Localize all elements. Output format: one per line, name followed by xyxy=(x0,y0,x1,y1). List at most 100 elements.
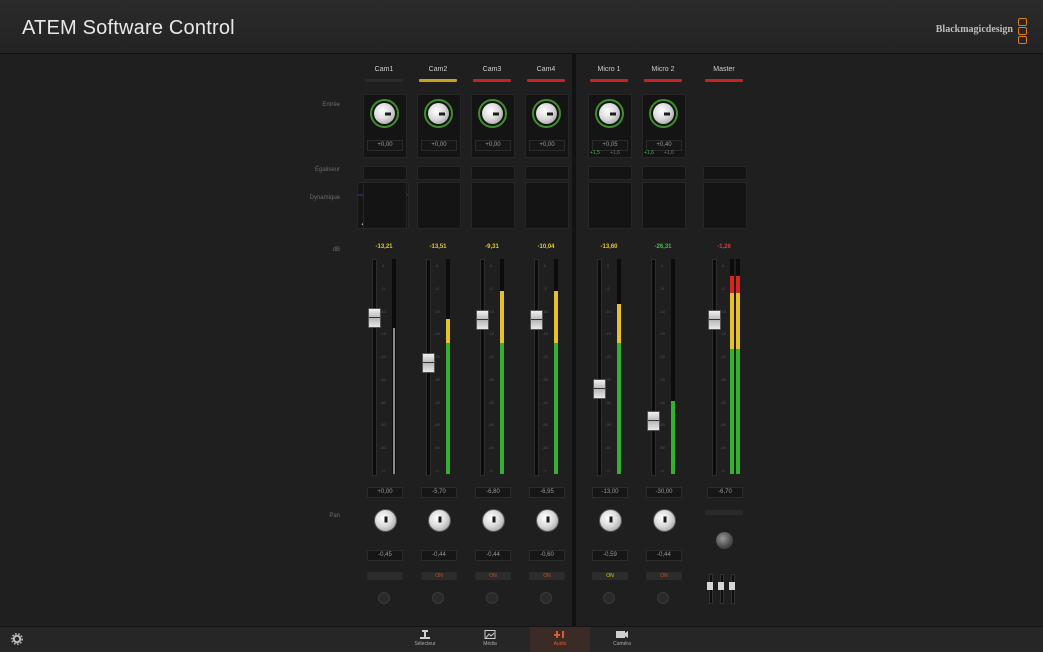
knob-pointer xyxy=(663,516,666,522)
app-title: ATEM Software Control xyxy=(22,17,235,39)
dynamics-panel[interactable] xyxy=(363,182,407,229)
gain-value: +0,00 xyxy=(475,140,511,151)
equalizer-panel[interactable] xyxy=(471,166,515,180)
mini-fader-handle[interactable] xyxy=(707,582,713,590)
scale-mark: -10 xyxy=(434,308,440,314)
knob-pointer xyxy=(546,112,553,115)
equalizer-panel[interactable] xyxy=(642,166,686,180)
media-icon xyxy=(484,630,496,639)
mini-fader-handle[interactable] xyxy=(729,582,735,590)
scale-mark: 0 xyxy=(489,263,493,268)
channel-name: Cam3 xyxy=(482,66,502,73)
fader-value: -13,00 xyxy=(592,487,628,498)
solo-button[interactable] xyxy=(540,592,552,604)
pan-knob[interactable] xyxy=(653,509,676,532)
scale-mark: -40 xyxy=(542,399,548,405)
dynamics-panel[interactable] xyxy=(417,182,461,229)
master-knob[interactable] xyxy=(716,532,733,549)
fader-track xyxy=(534,259,539,476)
audio-on-button[interactable] xyxy=(367,572,403,580)
scale-mark: 0 xyxy=(721,263,725,268)
nav-tab-label: Média xyxy=(483,641,497,647)
channel-strip: Cam4 +0,00 -10,04 0 -5 -10 -15 -20 -30 -40 -50 -60-… xyxy=(521,54,571,614)
level-meter xyxy=(730,259,734,474)
mic-gain-b: +1,6 xyxy=(610,150,620,156)
audio-on-button[interactable]: ON xyxy=(421,572,457,580)
scale-mark: -15 xyxy=(605,331,611,337)
equalizer-panel[interactable] xyxy=(588,166,632,180)
gear-icon[interactable] xyxy=(11,633,23,645)
scale-mark: -50 xyxy=(380,422,386,428)
dynamics-panel[interactable] xyxy=(642,182,686,229)
pan-knob[interactable] xyxy=(374,509,397,532)
fader-value: -30,00 xyxy=(646,487,682,498)
solo-button[interactable] xyxy=(378,592,390,604)
mic-gain-a: +1,6 xyxy=(644,150,654,156)
brand-name: Blackmagicdesign xyxy=(935,24,1013,35)
scale-mark: -∞ xyxy=(434,468,440,473)
nav-tab-switcher[interactable]: Sélecteur xyxy=(395,627,455,652)
equalizer-panel[interactable] xyxy=(525,166,569,180)
mini-fader-handle[interactable] xyxy=(718,582,724,590)
equalizer-panel[interactable] xyxy=(363,166,407,180)
tally-indicator xyxy=(365,79,403,82)
gain-knob[interactable] xyxy=(653,103,674,124)
row-label-db: dB xyxy=(332,247,340,253)
master-fader-handle[interactable] xyxy=(708,310,721,331)
scale-mark: -10 xyxy=(659,308,665,314)
scale-mark: -30 xyxy=(380,376,386,382)
nav-tab-audio[interactable]: Audio xyxy=(530,627,590,652)
solo-button[interactable] xyxy=(486,592,498,604)
fader-handle[interactable] xyxy=(368,308,381,329)
channel-name: Cam4 xyxy=(536,66,556,73)
dynamics-panel[interactable] xyxy=(471,182,515,229)
fader-handle[interactable] xyxy=(593,379,606,399)
fader-handle[interactable] xyxy=(476,310,489,331)
row-label-pan: Pan xyxy=(329,513,340,519)
pan-knob[interactable] xyxy=(482,509,505,532)
gain-knob[interactable] xyxy=(428,103,449,124)
scale-mark: 0 xyxy=(543,263,547,268)
audio-on-button[interactable]: ON xyxy=(646,572,682,580)
fader-value: -6,80 xyxy=(475,487,511,498)
dynamics-panel[interactable] xyxy=(703,182,747,229)
knob-pointer xyxy=(438,516,441,522)
pan-knob[interactable] xyxy=(536,509,559,532)
audio-on-button[interactable]: ON xyxy=(592,572,628,580)
nav-tab-media[interactable]: Média xyxy=(460,627,520,652)
fader-handle[interactable] xyxy=(530,310,543,331)
scale-mark: -50 xyxy=(542,422,548,428)
nav-tab-camera[interactable]: Caméra xyxy=(592,627,652,652)
channel-strip: Micro 2 +0,40 +1,6 +1,6 -26,31 0 -5 -10 -15 -20 -3… xyxy=(638,54,688,614)
gain-knob[interactable] xyxy=(374,103,395,124)
gain-knob[interactable] xyxy=(482,103,503,124)
channel-name: Master xyxy=(713,66,735,73)
gain-value: +0,00 xyxy=(421,140,457,151)
tally-indicator xyxy=(473,79,511,82)
meter-bar-yellow xyxy=(500,291,504,343)
dynamics-panel[interactable] xyxy=(588,182,632,229)
scale-mark: -∞ xyxy=(542,468,548,473)
knob-pointer xyxy=(546,516,549,522)
level-meter xyxy=(736,259,740,474)
solo-button[interactable] xyxy=(657,592,669,604)
audio-on-button[interactable]: ON xyxy=(475,572,511,580)
audio-on-button[interactable]: ON xyxy=(529,572,565,580)
equalizer-panel[interactable] xyxy=(417,166,461,180)
pan-knob[interactable] xyxy=(599,509,622,532)
gain-knob[interactable] xyxy=(599,103,620,124)
dynamics-panel[interactable] xyxy=(525,182,569,229)
scale-mark: -60 xyxy=(542,445,548,451)
fader-handle[interactable] xyxy=(422,353,435,374)
scale-mark: -20 xyxy=(380,354,386,360)
scale-mark: -60 xyxy=(605,445,611,451)
equalizer-panel[interactable] xyxy=(703,166,747,180)
scale-mark: -50 xyxy=(488,422,494,428)
scale-mark: -30 xyxy=(434,376,440,382)
pan-knob[interactable] xyxy=(428,509,451,532)
solo-button[interactable] xyxy=(432,592,444,604)
fader-handle[interactable] xyxy=(647,411,660,432)
channel-strip: Cam2 +0,00 -13,51 0 -5 -10 -15 -20 -30 -40 -50 -60-… xyxy=(413,54,463,614)
solo-button[interactable] xyxy=(603,592,615,604)
gain-knob[interactable] xyxy=(536,103,557,124)
